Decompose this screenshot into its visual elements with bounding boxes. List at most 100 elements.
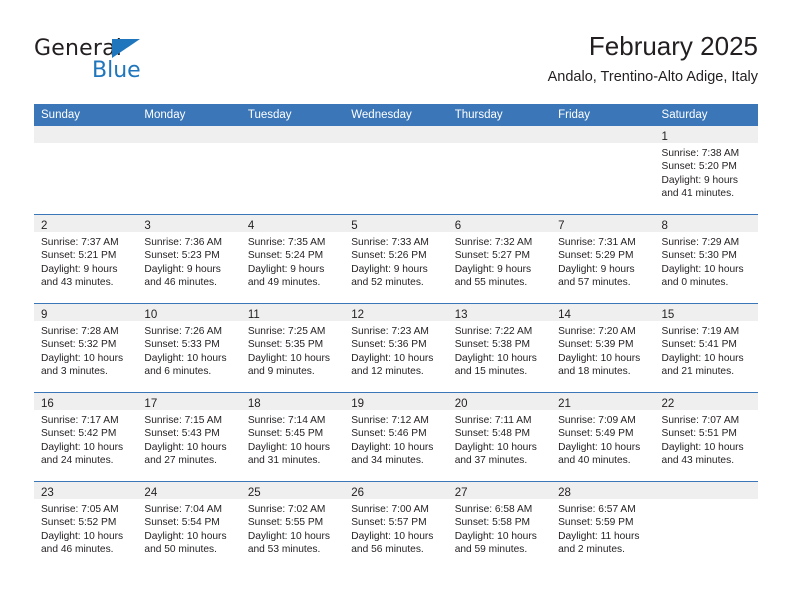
day-cell[interactable]: 9 Sunrise: 7:28 AM Sunset: 5:32 PM Daylight… xyxy=(34,303,138,393)
day-cell[interactable]: 25 Sunrise: 7:02 AM Sunset: 5:55 PM Dayligh… xyxy=(240,481,345,570)
weekday-header-friday: Friday xyxy=(551,104,655,126)
sunset-line: Sunset: 5:35 PM xyxy=(247,339,324,351)
daylight-line-2: and 53 minutes. xyxy=(247,543,321,555)
daylight-line-2: and 21 minutes. xyxy=(661,365,735,377)
day-cell-details xyxy=(34,143,137,147)
sunrise-line: Sunrise: 7:09 AM xyxy=(558,415,636,426)
sunset-line: Sunset: 5:42 PM xyxy=(41,428,117,440)
day-cell[interactable]: 18 Sunrise: 7:14 AM Sunset: 5:45 PM Dayligh… xyxy=(240,392,345,482)
calendar-week-row: 23 Sunrise: 7:05 AM Sunset: 5:52 PM Dayligh… xyxy=(34,481,758,570)
general-blue-logo[interactable]: General Blue xyxy=(34,36,234,88)
daylight-line-2: and 49 minutes. xyxy=(247,276,321,288)
day-cell[interactable]: 27 Sunrise: 6:58 AM Sunset: 5:58 PM Dayligh… xyxy=(447,481,552,570)
day-cell[interactable]: 17 Sunrise: 7:15 AM Sunset: 5:43 PM Dayligh… xyxy=(137,392,241,482)
day-cell-details: Sunrise: 6:58 AM Sunset: 5:58 PM Daylight:… xyxy=(448,499,551,556)
weekday-header-monday: Monday xyxy=(137,104,241,126)
daylight-line-2: and 43 minutes. xyxy=(661,454,735,466)
day-number-band: 6 xyxy=(447,215,552,232)
sunset-line: Sunset: 5:58 PM xyxy=(454,517,531,529)
day-cell[interactable]: 26 Sunrise: 7:00 AM Sunset: 5:57 PM Dayligh… xyxy=(344,481,448,570)
day-cell[interactable]: 6 Sunrise: 7:32 AM Sunset: 5:27 PM Daylight… xyxy=(447,214,552,304)
day-number: 4 xyxy=(247,220,255,232)
sunset-line: Sunset: 5:24 PM xyxy=(247,250,324,262)
day-number-band: 5 xyxy=(344,215,448,232)
daylight-line-1: Daylight: 10 hours xyxy=(454,441,537,453)
day-cell-details: Sunrise: 6:57 AM Sunset: 5:59 PM Daylight:… xyxy=(551,499,654,556)
day-cell-details: Sunrise: 7:28 AM Sunset: 5:32 PM Daylight:… xyxy=(34,321,137,378)
sunrise-line: Sunrise: 7:11 AM xyxy=(454,415,532,426)
daylight-line-2: and 12 minutes. xyxy=(351,365,424,377)
day-number: 19 xyxy=(351,398,365,410)
day-cell[interactable]: 24 Sunrise: 7:04 AM Sunset: 5:54 PM Dayligh… xyxy=(137,481,241,570)
day-number: 3 xyxy=(144,220,151,232)
day-number: 27 xyxy=(454,487,468,499)
day-cell[interactable]: 22 Sunrise: 7:07 AM Sunset: 5:51 PM Dayligh… xyxy=(654,392,758,482)
day-cell[interactable]: 16 Sunrise: 7:17 AM Sunset: 5:42 PM Dayligh… xyxy=(34,392,138,482)
day-cell[interactable]: 19 Sunrise: 7:12 AM Sunset: 5:46 PM Dayligh… xyxy=(344,392,448,482)
day-cell[interactable]: 28 Sunrise: 6:57 AM Sunset: 5:59 PM Dayligh… xyxy=(551,481,655,570)
sunrise-line: Sunrise: 7:32 AM xyxy=(454,237,533,248)
sunset-line: Sunset: 5:48 PM xyxy=(454,428,531,440)
daylight-line-1: Daylight: 9 hours xyxy=(558,263,635,275)
sunset-line: Sunset: 5:20 PM xyxy=(661,161,737,173)
day-cell[interactable]: 7 Sunrise: 7:31 AM Sunset: 5:29 PM Daylight… xyxy=(551,214,655,304)
day-number: 23 xyxy=(41,487,54,499)
day-number: 9 xyxy=(41,309,48,321)
daylight-line-1: Daylight: 9 hours xyxy=(351,263,428,275)
day-cell[interactable]: 12 Sunrise: 7:23 AM Sunset: 5:36 PM Dayligh… xyxy=(344,303,448,393)
day-cell-details: Sunrise: 7:35 AM Sunset: 5:24 PM Daylight:… xyxy=(241,232,344,289)
day-cell[interactable]: 4 Sunrise: 7:35 AM Sunset: 5:24 PM Daylight… xyxy=(240,214,345,304)
day-cell[interactable]: 1 Sunrise: 7:38 AM Sunset: 5:20 PM Daylight… xyxy=(654,126,758,215)
title-block: February 2025 Andalo, Trentino-Alto Adig… xyxy=(548,30,758,86)
day-cell[interactable]: 3 Sunrise: 7:36 AM Sunset: 5:23 PM Daylight… xyxy=(137,214,241,304)
day-number-band: 28 xyxy=(551,482,655,499)
day-cell-details: Sunrise: 7:02 AM Sunset: 5:55 PM Daylight:… xyxy=(241,499,344,556)
day-cell-details: Sunrise: 7:23 AM Sunset: 5:36 PM Daylight:… xyxy=(344,321,447,378)
sunrise-line: Sunrise: 7:35 AM xyxy=(247,237,326,248)
page-header: General Blue February 2025 Andalo, Trent… xyxy=(34,30,758,96)
daylight-line-2: and 56 minutes. xyxy=(351,543,424,555)
sunset-line: Sunset: 5:52 PM xyxy=(41,517,117,529)
sunrise-line: Sunrise: 7:22 AM xyxy=(454,326,533,337)
day-cell[interactable]: 13 Sunrise: 7:22 AM Sunset: 5:38 PM Dayligh… xyxy=(447,303,552,393)
sunrise-sunset-calendar: Sunday Monday Tuesday Wednesday Thursday Frid… xyxy=(34,104,758,570)
sunset-line: Sunset: 5:27 PM xyxy=(454,250,531,262)
day-cell[interactable]: 2 Sunrise: 7:37 AM Sunset: 5:21 PM Daylight… xyxy=(34,214,138,304)
day-cell[interactable]: 20 Sunrise: 7:11 AM Sunset: 5:48 PM Dayligh… xyxy=(447,392,552,482)
daylight-line-1: Daylight: 11 hours xyxy=(558,530,640,542)
day-number: 2 xyxy=(41,220,48,232)
day-cell[interactable]: 15 Sunrise: 7:19 AM Sunset: 5:41 PM Dayligh… xyxy=(654,303,758,393)
day-cell[interactable]: 10 Sunrise: 7:26 AM Sunset: 5:33 PM Dayligh… xyxy=(137,303,241,393)
calendar-header-row: Sunday Monday Tuesday Wednesday Thursday Frid… xyxy=(34,104,758,126)
day-number-band: 1 xyxy=(654,126,758,143)
day-cell[interactable]: 14 Sunrise: 7:20 AM Sunset: 5:39 PM Dayligh… xyxy=(551,303,655,393)
day-number-band xyxy=(137,126,241,143)
day-cell[interactable]: 5 Sunrise: 7:33 AM Sunset: 5:26 PM Daylight… xyxy=(344,214,448,304)
weekday-header-thursday: Thursday xyxy=(447,104,552,126)
sunrise-line: Sunrise: 7:29 AM xyxy=(661,237,740,248)
sunrise-line: Sunrise: 7:05 AM xyxy=(41,504,119,515)
day-cell[interactable]: 11 Sunrise: 7:25 AM Sunset: 5:35 PM Dayligh… xyxy=(240,303,345,393)
sunset-line: Sunset: 5:54 PM xyxy=(144,517,220,529)
sunset-line: Sunset: 5:51 PM xyxy=(661,428,737,440)
sunset-line: Sunset: 5:43 PM xyxy=(144,428,220,440)
day-number-band: 2 xyxy=(34,215,138,232)
day-number-band: 12 xyxy=(344,304,448,321)
daylight-line-2: and 9 minutes. xyxy=(247,365,315,377)
day-cell[interactable]: 21 Sunrise: 7:09 AM Sunset: 5:49 PM Dayligh… xyxy=(551,392,655,482)
day-cell[interactable]: 23 Sunrise: 7:05 AM Sunset: 5:52 PM Dayligh… xyxy=(34,481,138,570)
day-number-band: 16 xyxy=(34,393,138,410)
day-number: 11 xyxy=(247,309,260,321)
day-cell[interactable]: 8 Sunrise: 7:29 AM Sunset: 5:30 PM Daylight… xyxy=(654,214,758,304)
calendar-body: 1 Sunrise: 7:38 AM Sunset: 5:20 PM Daylight… xyxy=(34,126,758,570)
day-number-band: 3 xyxy=(137,215,241,232)
daylight-line-2: and 18 minutes. xyxy=(558,365,631,377)
day-cell-details: Sunrise: 7:12 AM Sunset: 5:46 PM Daylight:… xyxy=(344,410,447,467)
day-cell-details: Sunrise: 7:20 AM Sunset: 5:39 PM Daylight:… xyxy=(551,321,654,378)
weekday-header-tuesday: Tuesday xyxy=(240,104,345,126)
weekday-header-sunday: Sunday xyxy=(34,104,138,126)
day-cell-details: Sunrise: 7:31 AM Sunset: 5:29 PM Daylight:… xyxy=(551,232,654,289)
day-number-band: 27 xyxy=(447,482,552,499)
day-number-band: 4 xyxy=(240,215,345,232)
day-number-band: 23 xyxy=(34,482,138,499)
